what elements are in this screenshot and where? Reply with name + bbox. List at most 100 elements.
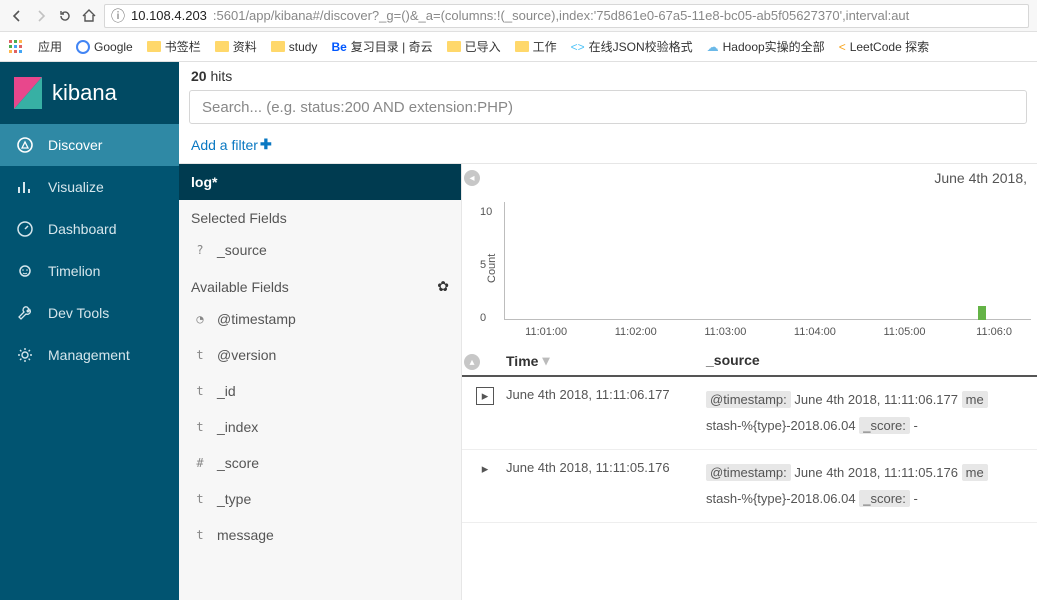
- search-placeholder: Search... (e.g. status:200 AND extension…: [202, 99, 513, 116]
- browser-home-button[interactable]: [80, 7, 98, 25]
- nav-management[interactable]: Management: [0, 334, 179, 376]
- field-timestamp[interactable]: ◔@timestamp: [179, 301, 461, 337]
- folder-icon: [215, 41, 229, 52]
- nav-discover[interactable]: Discover: [0, 124, 179, 166]
- x-tick: 11:03:00: [704, 326, 746, 338]
- row-time: June 4th 2018, 11:11:06.177: [506, 387, 706, 439]
- field-tag-timestamp: @timestamp:: [706, 464, 791, 481]
- cloud-icon: ☁: [707, 40, 719, 54]
- field-value: -: [910, 418, 918, 433]
- code-icon: <>: [571, 40, 585, 54]
- y-tick: 10: [480, 206, 492, 218]
- gauge-icon: [16, 220, 34, 238]
- field-name: _id: [217, 383, 236, 399]
- bookmark-folder-3[interactable]: study: [271, 40, 318, 54]
- section-label: Selected Fields: [191, 210, 287, 226]
- bookmark-label: Google: [94, 40, 133, 54]
- field-type-number-icon: #: [193, 456, 207, 470]
- bookmark-leetcode[interactable]: < LeetCode 探索: [839, 38, 929, 55]
- bookmark-label: 已导入: [465, 38, 501, 55]
- add-filter-button[interactable]: Add a filter ✚: [179, 130, 1037, 164]
- brand-text: kibana: [52, 80, 117, 106]
- th-source[interactable]: _source: [706, 352, 1027, 369]
- bookmark-folder-5[interactable]: 已导入: [447, 38, 501, 55]
- field-type-date-icon: ◔: [193, 312, 207, 326]
- x-tick: 11:04:00: [794, 326, 836, 338]
- brand[interactable]: kibana: [0, 62, 179, 124]
- nav-label: Visualize: [48, 179, 104, 195]
- field-type-text-icon: t: [193, 420, 207, 434]
- bookmark-folder-1[interactable]: 书签栏: [147, 38, 201, 55]
- table-header: Time▾ _source: [462, 342, 1037, 377]
- field-type-text-icon: t: [193, 528, 207, 542]
- field-tag-score: _score:: [859, 490, 910, 507]
- site-info-icon[interactable]: ⓘ: [111, 6, 125, 26]
- lion-icon: [16, 262, 34, 280]
- nav-label: Timelion: [48, 263, 100, 279]
- nav-timelion[interactable]: Timelion: [0, 250, 179, 292]
- nav-label: Discover: [48, 137, 102, 153]
- row-source: @timestamp: June 4th 2018, 11:11:05.176 …: [706, 460, 1027, 512]
- field-score[interactable]: # _score: [179, 445, 461, 481]
- field-message[interactable]: tmessage: [179, 517, 461, 553]
- field-id[interactable]: t_id: [179, 373, 461, 409]
- expand-row-toggle[interactable]: ▸: [476, 460, 494, 478]
- browser-reload-button[interactable]: [56, 7, 74, 25]
- results-area: ◂ June 4th 2018, Count 10 5 0 11:01:00 1…: [462, 164, 1037, 600]
- x-tick: 11:05:00: [884, 326, 926, 338]
- field-name: _score: [217, 455, 259, 471]
- index-pattern-selector[interactable]: log*: [179, 164, 461, 200]
- histogram-chart[interactable]: Count 10 5 0 11:01:00 11:02:00 11:03:00 …: [462, 192, 1037, 342]
- bookmark-hadoop[interactable]: ☁ Hadoop实操的全部: [707, 38, 825, 55]
- row-source: @timestamp: June 4th 2018, 11:11:06.177 …: [706, 387, 1027, 439]
- bookmark-google[interactable]: Google: [76, 40, 133, 54]
- url-bar[interactable]: ⓘ 10.108.4.203 :5601/app/kibana#/discover…: [104, 4, 1029, 28]
- selected-fields-heading: Selected Fields: [179, 200, 461, 232]
- axes: [504, 202, 1031, 320]
- browser-forward-button[interactable]: [32, 7, 50, 25]
- bookmark-json[interactable]: <>在线JSON校验格式: [571, 38, 693, 55]
- th-label: Time: [506, 353, 538, 369]
- th-time[interactable]: Time▾: [506, 352, 706, 369]
- gear-icon: [16, 346, 34, 364]
- time-range-label: June 4th 2018,: [462, 164, 1037, 192]
- nav-label: Management: [48, 347, 130, 363]
- field-index[interactable]: t _index: [179, 409, 461, 445]
- nav-visualize[interactable]: Visualize: [0, 166, 179, 208]
- field-type-unknown-icon: ?: [193, 243, 207, 257]
- available-fields-heading: Available Fields✿: [179, 268, 461, 301]
- nav-devtools[interactable]: Dev Tools: [0, 292, 179, 334]
- bookmark-folder-2[interactable]: 资料: [215, 38, 257, 55]
- field-version[interactable]: t@version: [179, 337, 461, 373]
- main: 20 hits Search... (e.g. status:200 AND e…: [179, 62, 1037, 600]
- url-path: :5601/app/kibana#/discover?_g=()&_a=(col…: [213, 8, 909, 23]
- collapse-chart-up-icon[interactable]: ▴: [464, 354, 480, 370]
- leetcode-icon: <: [839, 40, 846, 54]
- field-name: _source: [217, 242, 267, 258]
- field-type[interactable]: t_type: [179, 481, 461, 517]
- collapse-chart-left-icon[interactable]: ◂: [464, 170, 480, 186]
- field-_source[interactable]: ? _source: [179, 232, 461, 268]
- field-name: _index: [217, 419, 258, 435]
- expand-row-toggle[interactable]: ▸: [476, 387, 494, 405]
- histogram-bar[interactable]: [978, 306, 986, 320]
- bookmark-apps[interactable]: 应用: [38, 38, 62, 55]
- nav-dashboard[interactable]: Dashboard: [0, 208, 179, 250]
- plus-icon: ✚: [260, 136, 272, 153]
- wrench-icon: [16, 304, 34, 322]
- filter-label: Add a filter: [191, 137, 258, 153]
- bookmark-label: Hadoop实操的全部: [723, 38, 825, 55]
- x-tick: 11:06:0: [976, 326, 1012, 338]
- folder-icon: [147, 41, 161, 52]
- url-host: 10.108.4.203: [131, 8, 207, 23]
- bookmark-folder-6[interactable]: 工作: [515, 38, 557, 55]
- browser-nav-bar: ⓘ 10.108.4.203 :5601/app/kibana#/discover…: [0, 0, 1037, 32]
- bookmark-label: LeetCode 探索: [850, 38, 929, 55]
- browser-back-button[interactable]: [8, 7, 26, 25]
- bookmark-behance[interactable]: Be复习目录 | 奇云: [331, 38, 432, 55]
- field-name: _type: [217, 491, 251, 507]
- apps-grid-icon[interactable]: [8, 39, 24, 55]
- fields-settings-gear-icon[interactable]: ✿: [437, 278, 449, 295]
- search-input[interactable]: Search... (e.g. status:200 AND extension…: [189, 90, 1027, 124]
- bookmark-label: 资料: [233, 38, 257, 55]
